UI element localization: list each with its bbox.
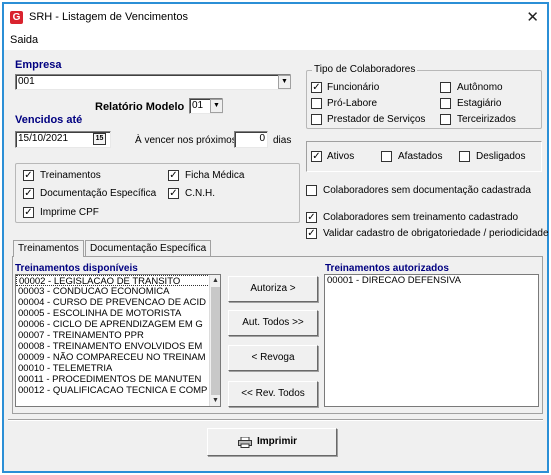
close-icon[interactable]: ✕	[526, 8, 539, 26]
imprimir-label: Imprimir	[257, 436, 298, 447]
autorizados-listbox[interactable]: 00001 - DIRECAO DEFENSIVA	[324, 274, 539, 407]
printer-icon	[238, 436, 252, 448]
empresa-dropdown-icon[interactable]: ▼	[278, 75, 291, 89]
imprimir-button[interactable]: Imprimir	[207, 428, 337, 456]
scroll-down-icon[interactable]: ▼	[210, 395, 220, 406]
estagiario-checkbox[interactable]	[440, 98, 451, 109]
sem-documentacao-label: Colaboradores sem documentação cadastrad…	[323, 185, 531, 196]
ficha-medica-label: Ficha Médica	[185, 170, 245, 181]
tipo-colaboradores-legend: Tipo de Colaboradores	[312, 64, 418, 75]
cnh-label: C.N.H.	[185, 188, 215, 199]
disponiveis-listbox[interactable]: 00002 - LEGISLACAO DE TRANSITO 00003 - C…	[15, 274, 221, 407]
pro-labore-checkbox[interactable]	[311, 98, 322, 109]
validar-cadastro-label: Validar cadastro de obrigatoriedade / pe…	[323, 228, 549, 239]
revoga-button[interactable]: < Revoga	[228, 345, 318, 371]
desligados-label: Desligados	[476, 151, 526, 162]
title-bar: G SRH - Listagem de Vencimentos ✕	[4, 4, 547, 32]
sem-documentacao-checkbox[interactable]	[306, 185, 317, 196]
window-title: SRH - Listagem de Vencimentos	[29, 11, 188, 23]
list-item[interactable]: 00006 - CICLO DE APRENDIZAGEM EM G	[16, 319, 220, 330]
estagiario-label: Estagiário	[457, 98, 502, 109]
ativos-label: Ativos	[327, 151, 355, 162]
list-item[interactable]: 00002 - LEGISLACAO DE TRANSITO	[16, 275, 220, 287]
list-item[interactable]: 00009 - NÃO COMPARECEU NO TREINAM	[16, 352, 220, 363]
prestador-checkbox[interactable]	[311, 114, 322, 125]
list-item[interactable]: 00012 - QUALIFICACAO TECNICA E COMP	[16, 385, 220, 396]
terceirizados-label: Terceirizados	[457, 114, 516, 125]
scroll-thumb[interactable]	[211, 287, 220, 395]
documentacao-label: Documentação Específica	[40, 188, 157, 199]
sem-treinamento-checkbox[interactable]: ✓	[306, 212, 317, 223]
empresa-label: Empresa	[15, 59, 62, 71]
afastados-label: Afastados	[398, 151, 443, 162]
vencidos-label: Vencidos até	[15, 114, 83, 126]
funcionario-checkbox[interactable]: ✓	[311, 82, 322, 93]
app-icon: G	[10, 11, 23, 24]
list-item[interactable]: 00007 - TREINAMENTO PPR	[16, 330, 220, 341]
documentacao-checkbox[interactable]: ✓	[23, 188, 34, 199]
ativos-checkbox[interactable]: ✓	[311, 151, 322, 162]
cnh-checkbox[interactable]: ✓	[168, 188, 179, 199]
disponiveis-header: Treinamentos disponíveis	[15, 263, 138, 274]
bottom-separator	[8, 419, 543, 421]
autorizados-header: Treinamentos autorizados	[325, 263, 449, 274]
terceirizados-checkbox[interactable]	[440, 114, 451, 125]
disponiveis-scrollbar[interactable]: ▲ ▼	[209, 275, 220, 406]
desligados-checkbox[interactable]	[459, 151, 470, 162]
list-item[interactable]: 00010 - TELEMETRIA	[16, 363, 220, 374]
a-vencer-label: À vencer nos próximos	[135, 135, 237, 146]
list-item[interactable]: 00003 - CONDUCAO ECONOMICA	[16, 286, 220, 297]
empresa-value: 001	[18, 76, 35, 87]
pro-labore-label: Pró-Labore	[327, 98, 378, 109]
validar-cadastro-checkbox[interactable]: ✓	[306, 228, 317, 239]
main-window: G SRH - Listagem de Vencimentos ✕ Saida …	[2, 2, 549, 473]
tab-documentacao-label: Documentação Específica	[90, 243, 207, 254]
empresa-select[interactable]: 001	[15, 74, 291, 90]
menu-bar: Saida	[4, 32, 547, 50]
treinamentos-label: Treinamentos	[40, 170, 101, 181]
a-vencer-input[interactable]: 0	[234, 131, 268, 148]
autonomo-checkbox[interactable]	[440, 82, 451, 93]
calendar-icon[interactable]: 15	[93, 133, 106, 145]
autonomo-label: Autônomo	[457, 82, 503, 93]
afastados-checkbox[interactable]	[381, 151, 392, 162]
a-vencer-value: 0	[259, 133, 265, 144]
rev-todos-button[interactable]: << Rev. Todos	[228, 381, 318, 407]
relatorio-modelo-dropdown-icon[interactable]: ▼	[210, 99, 223, 113]
ficha-medica-checkbox[interactable]: ✓	[168, 170, 179, 181]
list-item[interactable]: 00008 - TREINAMENTO ENVOLVIDOS EM	[16, 341, 220, 352]
list-item[interactable]: 00005 - ESCOLINHA DE MOTORISTA	[16, 308, 220, 319]
tab-treinamentos-label: Treinamentos	[18, 243, 79, 254]
tab-treinamentos[interactable]: Treinamentos	[13, 240, 84, 257]
prestador-label: Prestador de Serviços	[327, 114, 426, 125]
tab-documentacao[interactable]: Documentação Específica	[85, 240, 212, 256]
treinamentos-checkbox[interactable]: ✓	[23, 170, 34, 181]
list-item[interactable]: 00004 - CURSO DE PREVENCAO DE ACID	[16, 297, 220, 308]
sem-treinamento-label: Colaboradores sem treinamento cadastrado	[323, 212, 519, 223]
dias-label: dias	[273, 135, 292, 146]
menu-item-saida[interactable]: Saida	[10, 34, 38, 46]
list-item[interactable]: 00011 - PROCEDIMENTOS DE MANUTEN	[16, 374, 220, 385]
scroll-up-icon[interactable]: ▲	[210, 275, 220, 286]
imprime-cpf-checkbox[interactable]: ✓	[23, 207, 34, 218]
aut-todos-button[interactable]: Aut. Todos >>	[228, 310, 318, 336]
relatorio-modelo-value: 01	[192, 100, 204, 111]
relatorio-modelo-label: Relatório Modelo	[95, 101, 185, 113]
list-item[interactable]: 00001 - DIRECAO DEFENSIVA	[325, 275, 538, 286]
autoriza-button[interactable]: Autoriza >	[228, 276, 318, 302]
imprime-cpf-label: Imprime CPF	[40, 207, 99, 218]
vencidos-date-value: 15/10/2021	[18, 133, 69, 144]
funcionario-label: Funcionário	[327, 82, 380, 93]
